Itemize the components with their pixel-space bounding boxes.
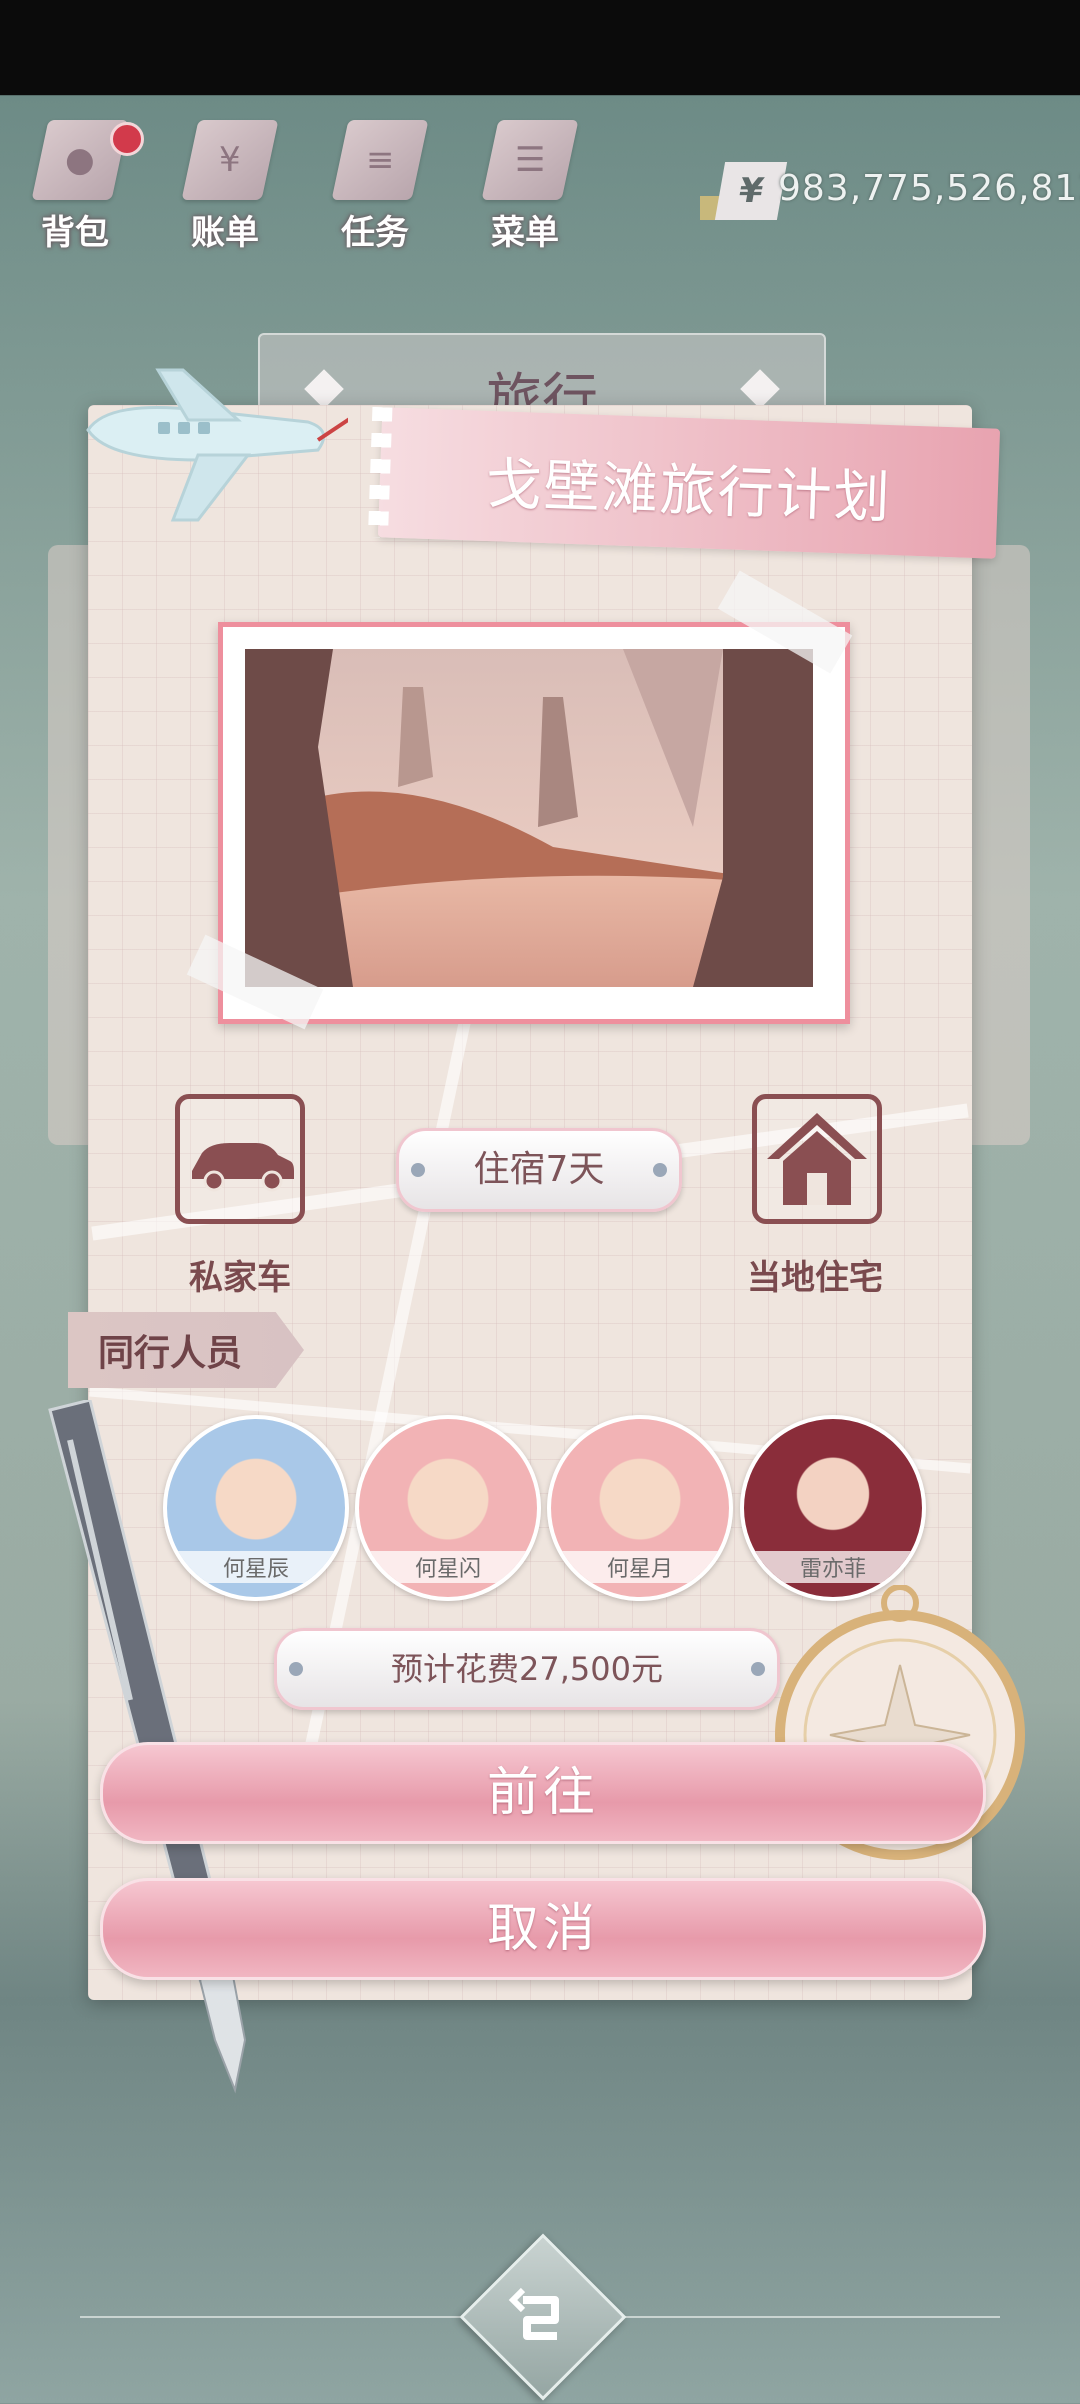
cost-text: 预计花费27,500元 [391, 1650, 663, 1688]
pill-rivet [289, 1662, 303, 1676]
bag-label: 背包 [41, 213, 109, 253]
companion-name: 何星月 [551, 1551, 729, 1583]
task-label: 任务 [341, 213, 409, 253]
companions-label: 同行人员 [98, 1333, 243, 1374]
notification-badge [110, 122, 144, 156]
pill-rivet [411, 1163, 425, 1177]
bag-button[interactable]: ● 背包 [10, 110, 144, 253]
lodging-option[interactable] [752, 1094, 882, 1224]
airplane-icon [86, 368, 348, 522]
pill-rivet [653, 1163, 667, 1177]
companion-name: 雷亦菲 [744, 1551, 922, 1583]
back-arrow-icon [508, 2287, 559, 2340]
car-icon [192, 1143, 294, 1192]
money-display: ¥ 983,775,526,812 [700, 162, 1080, 232]
cancel-button[interactable]: 取消 [100, 1878, 986, 1980]
task-button[interactable]: ≡ 任务 [310, 110, 440, 253]
plan-title: 戈壁滩旅行计划 [484, 451, 893, 532]
plan-title-ribbon: 戈壁滩旅行计划 [367, 406, 1001, 559]
destination-photo [218, 622, 850, 1024]
status-bar [0, 0, 1080, 95]
companion-name: 何星闪 [359, 1551, 537, 1583]
transport-label: 私家车 [189, 1258, 291, 1298]
transport-option[interactable] [175, 1094, 305, 1224]
money-amount: 983,775,526,812 [778, 168, 1080, 209]
task-icon: ≡ [331, 120, 429, 200]
bill-icon: ¥ [181, 120, 279, 200]
menu-icon: ☰ [481, 120, 579, 200]
house-icon [767, 1113, 867, 1205]
menu-label: 菜单 [491, 213, 559, 253]
companion-avatar-2[interactable]: 何星月 [547, 1415, 733, 1601]
companion-avatar-1[interactable]: 何星闪 [355, 1415, 541, 1601]
top-toolbar: ● 背包 ¥ 账单 ≡ 任务 ☰ 菜单 ¥ 983,775,526,812 [0, 100, 1080, 253]
desert-canyon-image [223, 627, 835, 1009]
menu-button[interactable]: ☰ 菜单 [460, 110, 590, 253]
stay-duration: 住宿7天 [396, 1128, 682, 1212]
bill-label: 账单 [191, 213, 259, 253]
background-card [964, 545, 1030, 1145]
lodging-label: 当地住宅 [747, 1258, 883, 1298]
companion-avatar-3[interactable]: 雷亦菲 [740, 1415, 926, 1601]
divider-line [80, 2316, 460, 2318]
divider-line [620, 2316, 1000, 2318]
estimated-cost: 预计花费27,500元 [274, 1628, 780, 1710]
yen-icon: ¥ [714, 162, 788, 220]
bill-button[interactable]: ¥ 账单 [160, 110, 290, 253]
go-button[interactable]: 前往 [100, 1742, 986, 1844]
stay-text: 住宿7天 [473, 1149, 605, 1190]
companions-header: 同行人员 [68, 1312, 304, 1388]
